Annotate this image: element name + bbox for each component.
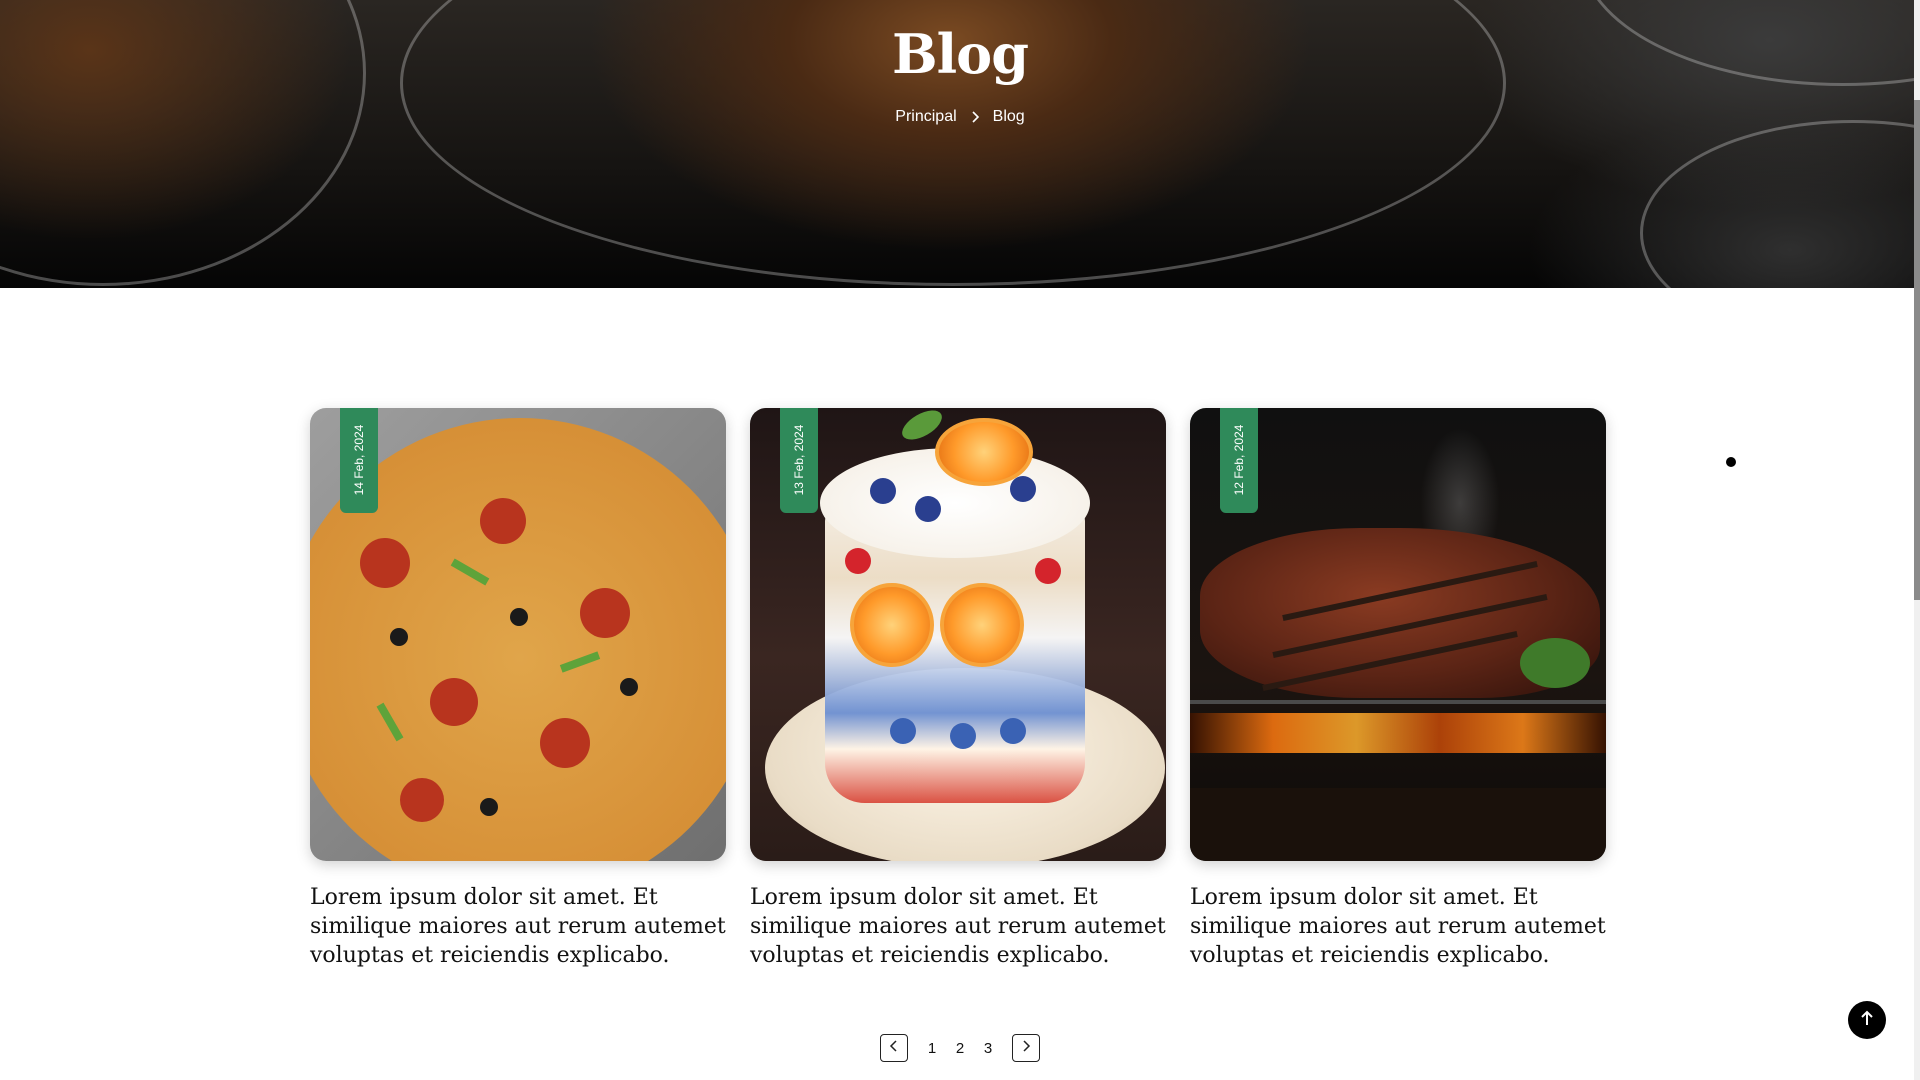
blog-post-image-steak[interactable]: 12 Feb, 2024 <box>1190 408 1606 861</box>
blog-post-card[interactable]: 12 Feb, 2024 Lorem ipsum dolor sit amet.… <box>1190 408 1606 970</box>
pagination-page-3[interactable]: 3 <box>974 1040 1002 1057</box>
post-title-link[interactable]: Lorem ipsum dolor sit amet. Et similique… <box>310 883 726 970</box>
post-date: 14 Feb, 2024 <box>352 424 366 496</box>
chevron-right-icon <box>1019 1039 1033 1058</box>
post-date-badge: 13 Feb, 2024 <box>780 408 818 513</box>
post-date-badge: 14 Feb, 2024 <box>340 408 378 513</box>
post-date: 12 Feb, 2024 <box>1232 424 1246 496</box>
blog-post-card[interactable]: 14 Feb, 2024 Lorem ipsum dolor sit amet.… <box>310 408 726 970</box>
decorative-dot <box>1726 457 1736 467</box>
post-date: 13 Feb, 2024 <box>792 424 806 496</box>
post-date-badge: 12 Feb, 2024 <box>1220 408 1258 513</box>
blog-post-image-pizza[interactable]: 14 Feb, 2024 <box>310 408 726 861</box>
post-title-link[interactable]: Lorem ipsum dolor sit amet. Et similique… <box>1190 883 1606 970</box>
hero-plate-decoration <box>1640 120 1920 288</box>
scrollbar-thumb[interactable] <box>1914 100 1920 600</box>
chevron-left-icon <box>887 1039 901 1058</box>
blog-post-card[interactable]: 13 Feb, 2024 Lorem ipsum dolor sit amet.… <box>750 408 1166 970</box>
arrow-up-icon <box>1859 1009 1875 1032</box>
blog-post-image-dessert[interactable]: 13 Feb, 2024 <box>750 408 1166 861</box>
pagination-page-2[interactable]: 2 <box>946 1040 974 1057</box>
pagination-next-button[interactable] <box>1012 1034 1040 1062</box>
breadcrumb-home-link[interactable]: Principal <box>895 108 956 126</box>
blog-post-list: 14 Feb, 2024 Lorem ipsum dolor sit amet.… <box>310 408 1606 978</box>
scroll-to-top-button[interactable] <box>1848 1001 1886 1039</box>
pagination-prev-button[interactable] <box>880 1034 908 1062</box>
page-scrollbar[interactable] <box>1914 0 1920 1080</box>
post-title-link[interactable]: Lorem ipsum dolor sit amet. Et similique… <box>750 883 1166 970</box>
page-title: Blog <box>892 22 1029 86</box>
hero-banner: Blog Principal Blog <box>0 0 1920 288</box>
breadcrumb-current: Blog <box>992 108 1025 125</box>
chevron-right-icon <box>967 109 983 125</box>
breadcrumb: Principal Blog <box>0 108 1920 126</box>
pagination-page-1[interactable]: 1 <box>918 1040 946 1057</box>
pagination: 1 2 3 <box>0 1033 1920 1063</box>
